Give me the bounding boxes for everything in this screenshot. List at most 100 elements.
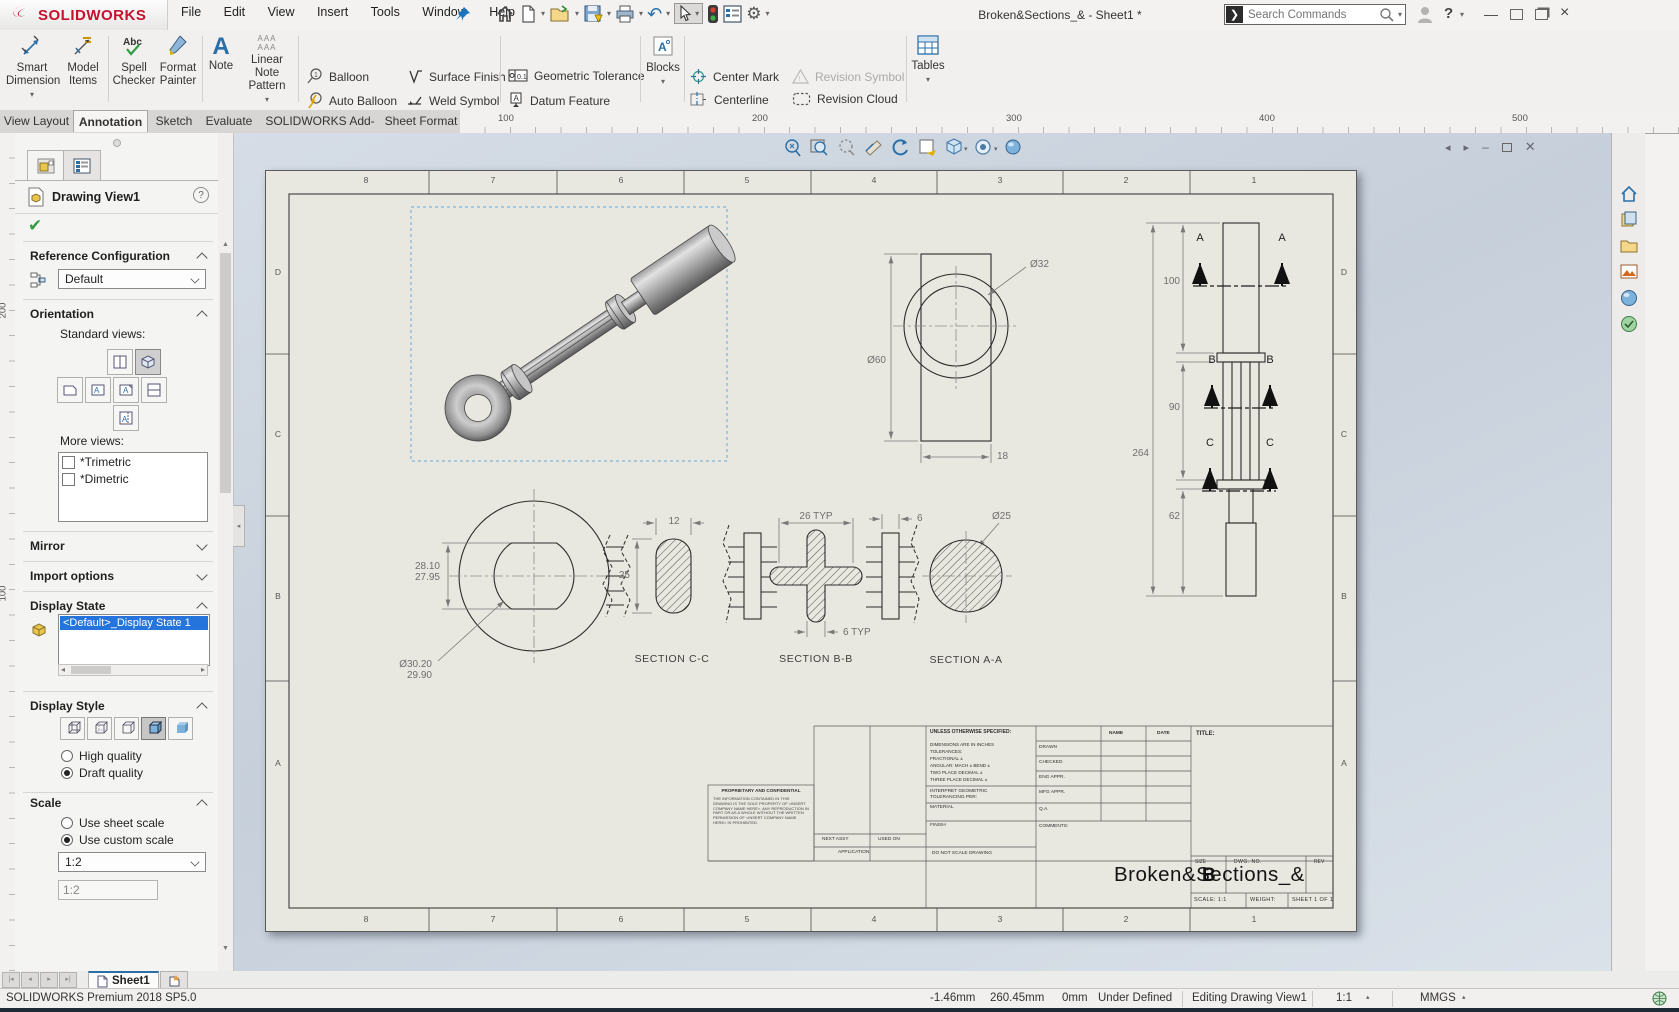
ref-config-dropdown[interactable]: Default bbox=[58, 269, 206, 289]
dim-6typ[interactable]: 6 TYP bbox=[843, 627, 871, 638]
sheet-nav-next-icon[interactable]: ▸ bbox=[40, 972, 58, 988]
save-dropdown[interactable]: ▾ bbox=[607, 9, 611, 18]
balloon-button[interactable]: 1 Balloon bbox=[306, 68, 369, 85]
menu-edit[interactable]: Edit bbox=[215, 1, 255, 23]
blocks-button[interactable]: A Blocks ▾ bbox=[644, 34, 682, 88]
hscroll-thumb[interactable] bbox=[71, 666, 111, 674]
float-window-button[interactable] bbox=[1535, 9, 1548, 20]
mirror-header[interactable]: Mirror bbox=[30, 539, 65, 553]
restore-button[interactable] bbox=[1510, 9, 1523, 20]
style-hidden-removed-button[interactable] bbox=[114, 717, 139, 740]
home-icon[interactable] bbox=[495, 4, 515, 24]
solidworks-resources-icon[interactable] bbox=[1619, 184, 1639, 204]
revision-cloud-button[interactable]: Revision Cloud bbox=[792, 92, 898, 106]
doc-close-icon[interactable]: ✕ bbox=[1525, 139, 1536, 155]
status-units[interactable]: MMGS bbox=[1420, 992, 1456, 1004]
status-scale-dropdown[interactable]: ▴ bbox=[1366, 993, 1370, 1001]
save-icon[interactable] bbox=[583, 4, 603, 24]
use-custom-scale-label[interactable]: Use custom scale bbox=[79, 833, 174, 847]
weld-symbol-button[interactable]: Weld Symbol bbox=[406, 92, 499, 109]
dim-100[interactable]: 100 bbox=[1156, 276, 1180, 287]
drawing-sheet[interactable]: 8 7 6 5 4 3 2 1 8 7 6 5 4 3 2 1 D C B A … bbox=[265, 170, 1357, 932]
pan-sheet-icon[interactable] bbox=[920, 140, 936, 156]
style-hidden-visible-button[interactable] bbox=[87, 717, 112, 740]
surface-finish-button[interactable]: Surface Finish bbox=[406, 68, 506, 85]
status-units-dropdown[interactable]: ▴ bbox=[1462, 993, 1466, 1001]
select-tool-dropdown[interactable]: ▾ bbox=[695, 9, 699, 18]
more-views-item-dimetric[interactable]: *Dimetric bbox=[59, 471, 207, 487]
view-button-front-split[interactable] bbox=[107, 349, 133, 375]
trimetric-checkbox[interactable] bbox=[62, 456, 75, 469]
sheet-nav-last-icon[interactable]: ▸| bbox=[59, 972, 77, 988]
sheet-nav-prev-icon[interactable]: ◂ bbox=[21, 972, 39, 988]
draft-quality-radio[interactable] bbox=[61, 767, 73, 779]
section-cc-label[interactable]: SECTION C-C bbox=[622, 653, 722, 665]
high-quality-radio[interactable] bbox=[61, 750, 73, 762]
style-shaded-edges-button[interactable] bbox=[141, 717, 166, 740]
open-dropdown[interactable]: ▾ bbox=[575, 9, 579, 18]
dim-3020-2990[interactable]: Ø30.20 29.90 bbox=[378, 659, 432, 681]
dimetric-checkbox[interactable] bbox=[62, 473, 75, 486]
pin-menu-icon[interactable] bbox=[455, 6, 471, 22]
view-button-isometric[interactable] bbox=[135, 349, 161, 375]
dim-2810-2795[interactable]: 28.10 27.95 bbox=[392, 561, 440, 583]
hscroll-right-arrow[interactable]: ▸ bbox=[201, 665, 205, 674]
more-views-listbox[interactable]: *Trimetric *Dimetric bbox=[58, 452, 208, 522]
next-window-icon[interactable]: ▸ bbox=[1464, 141, 1470, 154]
display-state-hscrollbar[interactable]: ◂ ▸ bbox=[58, 664, 208, 676]
zoom-area-icon[interactable] bbox=[811, 140, 827, 155]
panel-scroll-down-arrow[interactable]: ▼ bbox=[222, 945, 229, 952]
mirror-expand-icon[interactable] bbox=[196, 539, 207, 550]
panel-tab-property-manager[interactable] bbox=[27, 150, 65, 181]
hscroll-left-arrow[interactable]: ◂ bbox=[61, 665, 65, 674]
note-button[interactable]: A Note bbox=[206, 34, 236, 73]
section-aa-label[interactable]: SECTION A-A bbox=[916, 654, 1016, 666]
menu-view[interactable]: View bbox=[259, 1, 304, 23]
panel-scrollbar[interactable]: ▲ ▼ bbox=[218, 133, 234, 973]
appearances-icon[interactable] bbox=[1619, 288, 1639, 308]
use-sheet-scale-label[interactable]: Use sheet scale bbox=[79, 816, 164, 830]
display-settings-icon[interactable] bbox=[976, 140, 990, 154]
sheet-nav-first-icon[interactable]: |◂ bbox=[2, 972, 20, 988]
menu-file[interactable]: File bbox=[172, 1, 210, 23]
spell-checker-button[interactable]: Abc Spell Checker bbox=[112, 34, 156, 88]
tab-view-layout[interactable]: View Layout bbox=[0, 110, 74, 132]
centerline-button[interactable]: Centerline bbox=[690, 92, 769, 107]
new-document-dropdown[interactable]: ▾ bbox=[541, 9, 545, 18]
settings-gear-icon[interactable]: ⚙ bbox=[746, 5, 761, 22]
dim-90[interactable]: 90 bbox=[1158, 402, 1180, 413]
doc-minimize-icon[interactable]: – bbox=[1482, 140, 1489, 154]
import-options-expand-icon[interactable] bbox=[196, 569, 207, 580]
zoom-selection-icon[interactable] bbox=[840, 140, 854, 155]
dim-dia60[interactable]: Ø60 bbox=[842, 355, 886, 366]
panel-collapse-handle[interactable]: ◂ bbox=[233, 505, 245, 547]
design-library-icon[interactable] bbox=[1619, 210, 1639, 230]
doc-restore-icon[interactable] bbox=[1502, 143, 1512, 152]
dim-dia32[interactable]: Ø32 bbox=[1030, 259, 1049, 270]
ref-config-header[interactable]: Reference Configuration bbox=[30, 249, 170, 263]
view-settings-sphere-icon[interactable] bbox=[1006, 140, 1020, 154]
dim-dia25[interactable]: Ø25 bbox=[992, 511, 1011, 522]
close-button[interactable]: × bbox=[1560, 4, 1569, 22]
more-views-item-trimetric[interactable]: *Trimetric bbox=[59, 453, 207, 471]
custom-properties-icon[interactable] bbox=[1619, 314, 1639, 334]
orientation-header[interactable]: Orientation bbox=[30, 307, 94, 321]
rebuild-icon[interactable] bbox=[707, 4, 719, 24]
undo-icon[interactable]: ↶ bbox=[647, 5, 662, 23]
dim-62[interactable]: 62 bbox=[1158, 511, 1180, 522]
import-options-header[interactable]: Import options bbox=[30, 569, 114, 583]
linear-note-dropdown[interactable]: ▾ bbox=[265, 95, 269, 104]
custom-scale-input[interactable] bbox=[58, 880, 158, 900]
view-palette-icon[interactable] bbox=[1619, 262, 1639, 282]
tab-evaluate[interactable]: Evaluate bbox=[200, 110, 259, 132]
tab-annotation[interactable]: Annotation bbox=[73, 110, 148, 132]
display-settings-dropdown[interactable]: ▾ bbox=[994, 146, 998, 153]
blocks-dropdown[interactable]: ▾ bbox=[661, 77, 665, 86]
dim-12[interactable]: 12 bbox=[660, 516, 688, 527]
datum-feature-button[interactable]: A Datum Feature bbox=[508, 92, 610, 109]
panel-scroll-up-arrow[interactable]: ▲ bbox=[222, 241, 229, 248]
select-tool-button[interactable]: ▾ bbox=[674, 3, 703, 24]
panel-drag-handle[interactable] bbox=[113, 139, 121, 147]
view-button-auxiliary[interactable]: A bbox=[113, 405, 139, 431]
help-dropdown[interactable]: ▾ bbox=[1460, 10, 1464, 19]
